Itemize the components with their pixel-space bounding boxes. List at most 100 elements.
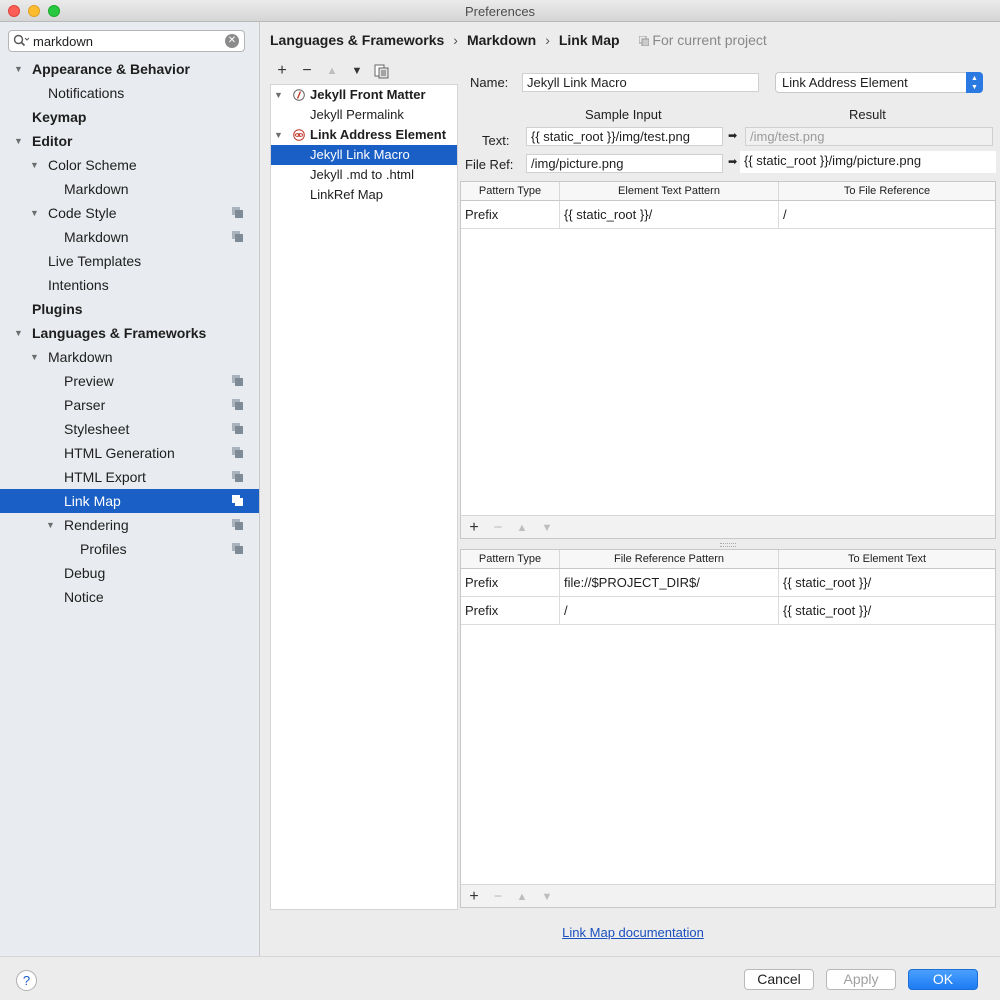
element-type-value: Link Address Element — [782, 75, 908, 90]
move-row-down-button[interactable]: ▼ — [538, 886, 556, 908]
table-cell[interactable]: {{ static_root }}/ — [779, 569, 995, 596]
apply-button[interactable]: Apply — [826, 969, 896, 990]
sidebar-item-notifications[interactable]: Notifications — [0, 81, 259, 105]
sidebar-item-stylesheet[interactable]: Stylesheet — [0, 417, 259, 441]
list-group-link-address-element[interactable]: ▼ Link Address Element — [271, 125, 457, 145]
move-up-button[interactable]: ▲ — [323, 60, 341, 82]
table-cell[interactable]: / — [779, 201, 995, 228]
sidebar-item-plugins[interactable]: Plugins — [0, 297, 259, 321]
column-header[interactable]: Pattern Type — [461, 550, 560, 568]
table-cell[interactable]: Prefix — [461, 597, 560, 624]
clear-search-icon[interactable]: ✕ — [225, 34, 239, 48]
sidebar-item-appearance-behavior[interactable]: ▼ Appearance & Behavior — [0, 57, 259, 81]
table-cell[interactable]: Prefix — [461, 569, 560, 596]
sidebar-item-label: Debug — [64, 565, 106, 581]
result-header: Result — [849, 107, 886, 122]
remove-element-button[interactable]: − — [298, 60, 316, 82]
sample-file-ref-field[interactable]: /img/picture.png — [526, 154, 723, 173]
list-item-jekyll-permalink[interactable]: Jekyll Permalink — [271, 105, 457, 125]
copy-element-button[interactable] — [373, 60, 391, 82]
sidebar-item-keymap[interactable]: Keymap — [0, 105, 259, 129]
sidebar-item-html-generation[interactable]: HTML Generation — [0, 441, 259, 465]
help-button[interactable]: ? — [16, 970, 37, 991]
table-cell[interactable]: file://$PROJECT_DIR$/ — [560, 569, 779, 596]
cancel-button[interactable]: Cancel — [744, 969, 814, 990]
sidebar-item-html-export[interactable]: HTML Export — [0, 465, 259, 489]
sidebar-item-rendering[interactable]: ▼ Rendering — [0, 513, 259, 537]
search-box[interactable]: ✕ — [8, 30, 245, 52]
column-header[interactable]: Element Text Pattern — [560, 182, 779, 200]
table-row[interactable]: Prefix file://$PROJECT_DIR$/ {{ static_r… — [461, 569, 995, 597]
expand-arrow-icon[interactable]: ▼ — [30, 153, 42, 177]
sidebar-item-profiles[interactable]: Profiles — [0, 537, 259, 561]
expand-arrow-icon[interactable]: ▼ — [46, 513, 58, 537]
list-item-linkref-map[interactable]: LinkRef Map — [271, 185, 457, 205]
documentation-link[interactable]: Link Map documentation — [0, 925, 1000, 940]
project-settings-icon — [232, 375, 243, 386]
add-element-button[interactable]: + — [273, 60, 291, 82]
sidebar-item-markdown[interactable]: ▼ Markdown — [0, 345, 259, 369]
sidebar-item-languages-frameworks[interactable]: ▼ Languages & Frameworks — [0, 321, 259, 345]
top-table-toolbar: + − ▲ ▼ — [460, 515, 996, 539]
table-row[interactable]: Prefix / {{ static_root }}/ — [461, 597, 995, 625]
sidebar-item-link-map[interactable]: Link Map — [0, 489, 259, 513]
list-item-jekyll-md-to-html[interactable]: Jekyll .md to .html — [271, 165, 457, 185]
expand-arrow-icon[interactable]: ▼ — [14, 129, 26, 153]
table-cell[interactable]: Prefix — [461, 201, 560, 228]
sidebar-item-notice[interactable]: Notice — [0, 585, 259, 609]
front-matter-icon — [293, 89, 305, 101]
move-row-up-button[interactable]: ▲ — [513, 886, 531, 908]
sidebar-item-code-style[interactable]: ▼ Code Style — [0, 201, 259, 225]
sidebar-item-label: Link Map — [64, 493, 121, 509]
breadcrumb-current: Link Map — [558, 32, 620, 48]
column-header[interactable]: To File Reference — [779, 182, 995, 200]
panel-splitter[interactable] — [720, 543, 736, 547]
move-down-button[interactable]: ▼ — [348, 60, 366, 82]
table-cell[interactable]: {{ static_root }}/ — [560, 201, 779, 228]
sidebar-item-live-templates[interactable]: Live Templates — [0, 249, 259, 273]
table-cell[interactable]: {{ static_root }}/ — [779, 597, 995, 624]
name-field[interactable]: Jekyll Link Macro — [522, 73, 759, 92]
sidebar-item-label: Stylesheet — [64, 421, 130, 437]
move-row-up-button[interactable]: ▲ — [513, 517, 531, 539]
sidebar-item-color-scheme-markdown[interactable]: Markdown — [0, 177, 259, 201]
documentation-link-label[interactable]: Link Map documentation — [562, 925, 704, 940]
expand-arrow-icon[interactable]: ▼ — [30, 201, 42, 225]
sidebar-item-code-style-markdown[interactable]: Markdown — [0, 225, 259, 249]
sidebar-item-color-scheme[interactable]: ▼ Color Scheme — [0, 153, 259, 177]
column-header[interactable]: File Reference Pattern — [560, 550, 779, 568]
expand-arrow-icon[interactable]: ▼ — [30, 345, 42, 369]
list-item-jekyll-link-macro[interactable]: Jekyll Link Macro — [271, 145, 457, 165]
scope-label: For current project — [652, 32, 767, 48]
dialog-button-bar: ? Cancel Apply OK — [0, 956, 1000, 1000]
sidebar-item-label: Code Style — [48, 205, 117, 221]
sidebar-item-preview[interactable]: Preview — [0, 369, 259, 393]
ok-button[interactable]: OK — [908, 969, 978, 990]
project-settings-icon — [232, 423, 243, 434]
column-header[interactable]: Pattern Type — [461, 182, 560, 200]
remove-row-button[interactable]: − — [489, 517, 507, 539]
sidebar-item-debug[interactable]: Debug — [0, 561, 259, 585]
sidebar-item-parser[interactable]: Parser — [0, 393, 259, 417]
add-row-button[interactable]: + — [465, 886, 483, 908]
breadcrumb-item[interactable]: Markdown — [467, 32, 536, 48]
move-row-down-button[interactable]: ▼ — [538, 517, 556, 539]
element-type-select[interactable]: Link Address Element ▲ ▼ — [775, 72, 983, 93]
sample-text-field[interactable]: {{ static_root }}/img/test.png — [526, 127, 723, 146]
element-list-toolbar: + − ▲ ▼ — [270, 60, 458, 84]
settings-sidebar: ✕ ▼ Appearance & Behavior Notifications … — [0, 22, 260, 956]
expand-arrow-icon[interactable]: ▼ — [14, 57, 26, 81]
column-header[interactable]: To Element Text — [779, 550, 995, 568]
expand-arrow-icon[interactable]: ▼ — [274, 85, 283, 105]
add-row-button[interactable]: + — [465, 517, 483, 539]
table-cell[interactable]: / — [560, 597, 779, 624]
list-group-jekyll-front-matter[interactable]: ▼ Jekyll Front Matter — [271, 85, 457, 105]
sidebar-item-editor[interactable]: ▼ Editor — [0, 129, 259, 153]
sidebar-item-intentions[interactable]: Intentions — [0, 273, 259, 297]
breadcrumb-item[interactable]: Languages & Frameworks — [270, 32, 444, 48]
remove-row-button[interactable]: − — [489, 886, 507, 908]
table-row[interactable]: Prefix {{ static_root }}/ / — [461, 201, 995, 229]
expand-arrow-icon[interactable]: ▼ — [274, 125, 283, 145]
search-input[interactable] — [33, 33, 223, 49]
expand-arrow-icon[interactable]: ▼ — [14, 321, 26, 345]
